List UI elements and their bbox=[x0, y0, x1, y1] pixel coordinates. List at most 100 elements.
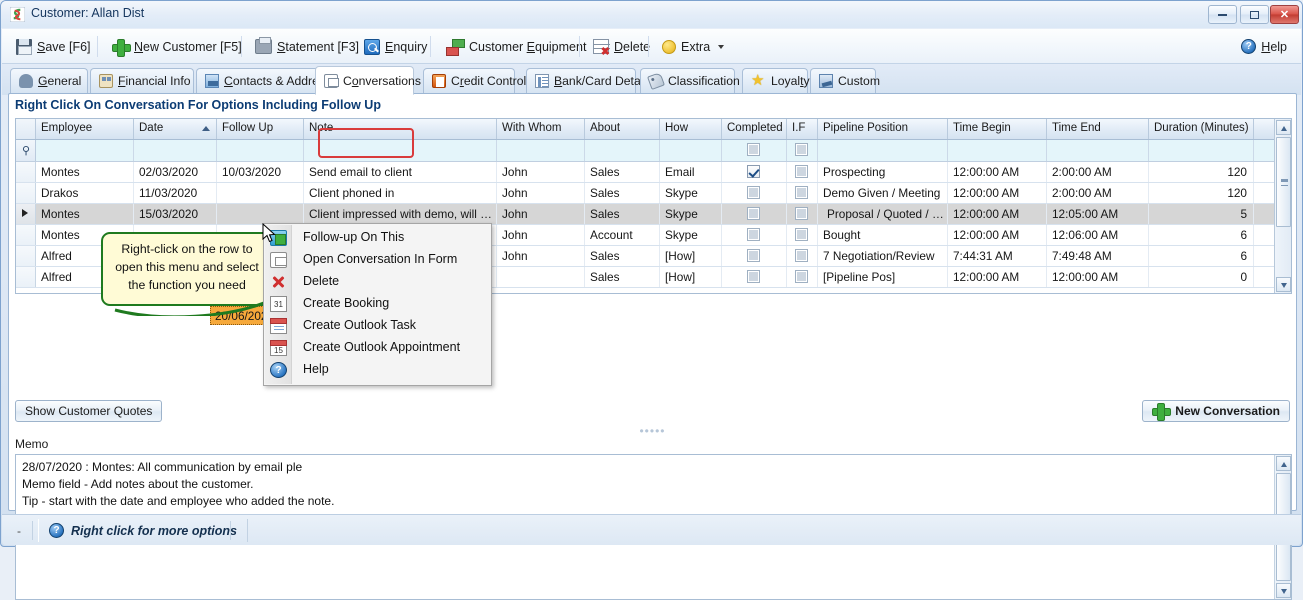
maximize-button[interactable] bbox=[1240, 5, 1269, 24]
tab-classification[interactable]: Classification bbox=[640, 68, 740, 93]
table-row[interactable]: Drakos 11/03/2020 Client phoned in John … bbox=[16, 183, 1291, 204]
cell-employee: Drakos bbox=[36, 183, 134, 203]
column-header-follow-up[interactable]: Follow Up bbox=[217, 119, 304, 139]
menu-item-follow-up-on-this[interactable]: Follow-up On This bbox=[265, 227, 490, 249]
filter-employee[interactable] bbox=[36, 140, 134, 161]
filter-completed[interactable] bbox=[722, 140, 787, 161]
tab-credit-control[interactable]: Credit Control bbox=[423, 68, 526, 93]
new-customer-button[interactable]: New Customer [F5] bbox=[106, 33, 248, 60]
tab-loyalty[interactable]: Loyalty bbox=[742, 68, 810, 93]
column-header-time-begin[interactable]: Time Begin bbox=[948, 119, 1047, 139]
if-checkbox[interactable] bbox=[795, 249, 808, 262]
extra-button[interactable]: Extra bbox=[656, 33, 730, 60]
extra-icon bbox=[662, 39, 676, 54]
scroll-down-button[interactable] bbox=[1276, 277, 1291, 292]
menu-item-create-booking[interactable]: Create Booking bbox=[265, 293, 490, 315]
status-hint-cell[interactable]: Right click for more options bbox=[38, 519, 248, 542]
help-label: Help bbox=[1261, 39, 1287, 54]
filter-time-begin[interactable] bbox=[948, 140, 1047, 161]
menu-item-create-outlook-appointment[interactable]: Create Outlook Appointment bbox=[265, 337, 490, 359]
customer-equipment-button[interactable]: Customer Equipment bbox=[440, 33, 592, 60]
filter-time-end[interactable] bbox=[1047, 140, 1149, 161]
completed-checkbox[interactable] bbox=[747, 249, 760, 262]
cell-follow-up: 10/03/2020 bbox=[217, 162, 304, 182]
completed-checkbox[interactable] bbox=[747, 186, 760, 199]
menu-item-open-conversation-in-form[interactable]: Open Conversation In Form bbox=[265, 249, 490, 271]
menu-item-create-outlook-task[interactable]: Create Outlook Task bbox=[265, 315, 490, 337]
column-header-if[interactable]: I.F bbox=[787, 119, 818, 139]
delete-button[interactable]: Delete bbox=[587, 33, 656, 60]
completed-checkbox[interactable] bbox=[747, 207, 760, 220]
cell-completed bbox=[722, 225, 787, 245]
cell-with-whom: John bbox=[497, 225, 585, 245]
tab-conversations[interactable]: Conversations bbox=[315, 66, 421, 95]
filter-completed-checkbox[interactable] bbox=[747, 143, 760, 156]
column-header-employee[interactable]: Employee bbox=[36, 119, 134, 139]
column-header-about[interactable]: About bbox=[585, 119, 660, 139]
menu-item-delete[interactable]: Delete bbox=[265, 271, 490, 293]
completed-checkbox[interactable] bbox=[747, 165, 760, 178]
completed-checkbox[interactable] bbox=[747, 228, 760, 241]
printer-icon bbox=[255, 37, 272, 54]
tab-custom[interactable]: Custom bbox=[810, 68, 880, 93]
column-header-time-end[interactable]: Time End bbox=[1047, 119, 1149, 139]
conversation-icon bbox=[324, 73, 339, 88]
save-button[interactable]: Save [F6] bbox=[10, 33, 97, 60]
new-conversation-button[interactable]: New Conversation bbox=[1142, 400, 1290, 422]
filter-if-checkbox[interactable] bbox=[795, 143, 808, 156]
column-header-date[interactable]: Date bbox=[134, 119, 217, 139]
if-checkbox[interactable] bbox=[795, 270, 808, 283]
if-checkbox[interactable] bbox=[795, 165, 808, 178]
cell-time-begin: 12:00:00 AM bbox=[948, 162, 1047, 182]
column-header-duration[interactable]: Duration (Minutes) bbox=[1149, 119, 1254, 139]
tab-financial-info[interactable]: Financial Info bbox=[90, 68, 194, 93]
column-header-note[interactable]: Note bbox=[304, 119, 497, 139]
show-customer-quotes-button[interactable]: Show Customer Quotes bbox=[15, 400, 163, 422]
cell-time-end: 7:49:48 AM bbox=[1047, 246, 1149, 266]
cell-pipeline: Demo Given / Meeting bbox=[818, 183, 948, 203]
table-row[interactable]: Montes 15/03/2020 Client impressed with … bbox=[16, 204, 1291, 225]
table-row[interactable]: Montes 02/03/2020 10/03/2020 Send email … bbox=[16, 162, 1291, 183]
filter-about[interactable] bbox=[585, 140, 660, 161]
filter-follow-up[interactable] bbox=[217, 140, 304, 161]
if-checkbox[interactable] bbox=[795, 228, 808, 241]
grid-vertical-scrollbar[interactable] bbox=[1274, 119, 1291, 293]
help-button[interactable]: Help bbox=[1235, 33, 1293, 60]
tab-bank-card-details[interactable]: Bank/Card Details bbox=[526, 68, 652, 93]
status-dash: - bbox=[17, 524, 21, 538]
menu-item-help[interactable]: Help bbox=[265, 359, 490, 381]
scroll-up-button[interactable] bbox=[1276, 120, 1291, 135]
column-header-pipeline[interactable]: Pipeline Position bbox=[818, 119, 948, 139]
memo-scroll-up-button[interactable] bbox=[1276, 456, 1291, 471]
cell-employee: Montes bbox=[36, 162, 134, 182]
statement-button[interactable]: Statement [F3] bbox=[249, 33, 365, 60]
scroll-thumb[interactable] bbox=[1276, 137, 1291, 227]
menu-item-label: Open Conversation In Form bbox=[303, 252, 458, 266]
panel-splitter[interactable]: ••••• bbox=[9, 425, 1296, 437]
filter-duration[interactable] bbox=[1149, 140, 1254, 161]
column-header-completed[interactable]: Completed bbox=[722, 119, 787, 139]
close-button[interactable]: ✕ bbox=[1270, 5, 1299, 24]
column-header-with-whom[interactable]: With Whom bbox=[497, 119, 585, 139]
cell-how: Skype bbox=[660, 225, 722, 245]
if-checkbox[interactable] bbox=[795, 186, 808, 199]
filter-how[interactable] bbox=[660, 140, 722, 161]
cell-about: Sales bbox=[585, 246, 660, 266]
filter-with-whom[interactable] bbox=[497, 140, 585, 161]
minimize-button[interactable] bbox=[1208, 5, 1237, 24]
help-icon bbox=[270, 362, 287, 379]
memo-scroll-down-button[interactable] bbox=[1276, 583, 1291, 598]
tab-contacts-address[interactable]: Contacts & Address bbox=[196, 68, 331, 93]
if-checkbox[interactable] bbox=[795, 207, 808, 220]
window-title: Customer: Allan Dist bbox=[31, 6, 145, 20]
enquiry-button[interactable]: Enquiry bbox=[358, 33, 433, 60]
cell-follow-up bbox=[217, 183, 304, 203]
cell-about: Sales bbox=[585, 267, 660, 287]
completed-checkbox[interactable] bbox=[747, 270, 760, 283]
filter-pipeline[interactable] bbox=[818, 140, 948, 161]
filter-if[interactable] bbox=[787, 140, 818, 161]
filter-note[interactable] bbox=[304, 140, 497, 161]
filter-date[interactable] bbox=[134, 140, 217, 161]
column-header-how[interactable]: How bbox=[660, 119, 722, 139]
tab-general[interactable]: General bbox=[10, 68, 88, 93]
